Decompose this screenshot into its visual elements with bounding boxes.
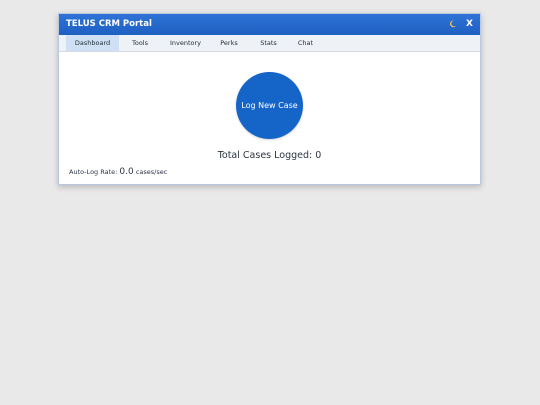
tab-tools[interactable]: Tools <box>128 35 152 51</box>
theme-toggle-button[interactable] <box>449 20 457 28</box>
title-bar: TELUS CRM Portal X <box>59 14 480 35</box>
title-actions: X <box>449 17 473 31</box>
log-new-case-button[interactable]: Log New Case <box>236 72 303 139</box>
tab-inventory[interactable]: Inventory <box>168 35 203 51</box>
crm-window: TELUS CRM Portal X Dashboard Tools Inven… <box>58 13 481 185</box>
tab-bar: Dashboard Tools Inventory Perks Stats Ch… <box>59 35 480 52</box>
auto-log-rate-label: Auto-Log Rate: <box>69 168 118 176</box>
moon-icon <box>450 20 457 28</box>
auto-log-rate-unit: cases/sec <box>135 168 168 176</box>
tab-stats[interactable]: Stats <box>258 35 279 51</box>
total-cases-value: 0 <box>315 150 322 161</box>
total-cases-line: Total Cases Logged: 0 <box>59 150 480 162</box>
tab-dashboard[interactable]: Dashboard <box>66 35 119 51</box>
auto-log-rate-line: Auto-Log Rate: 0.0 cases/sec <box>69 166 167 178</box>
tab-perks[interactable]: Perks <box>217 35 241 51</box>
total-cases-label: Total Cases Logged: <box>217 150 313 161</box>
tab-chat[interactable]: Chat <box>296 35 315 51</box>
app-title: TELUS CRM Portal <box>66 19 152 29</box>
auto-log-rate-value: 0.0 <box>119 167 134 177</box>
close-button[interactable]: X <box>466 18 473 30</box>
